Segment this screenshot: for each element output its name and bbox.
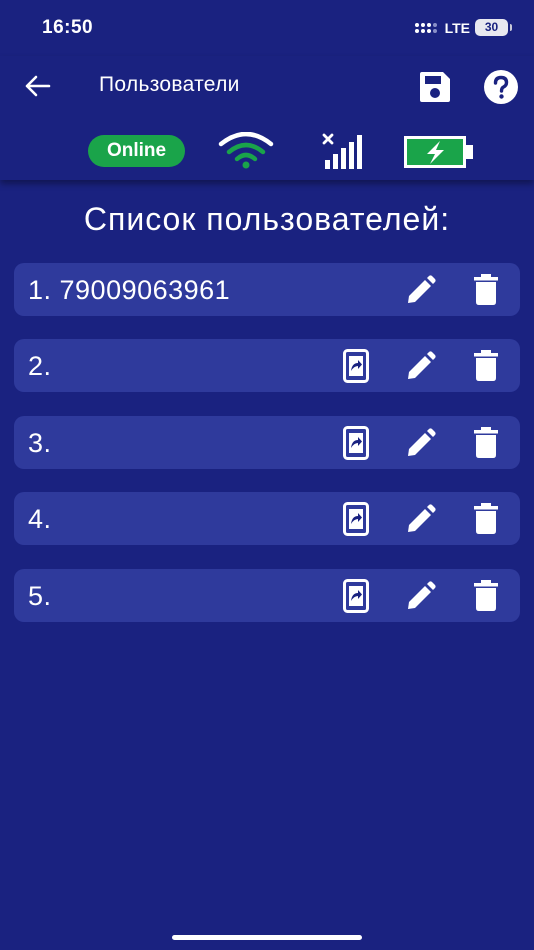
user-row-5: 5.: [14, 569, 520, 622]
user-label: 2.: [28, 351, 52, 381]
pencil-icon: [408, 581, 436, 609]
page-title: Пользователи: [99, 73, 240, 96]
arrow-left-icon: [25, 75, 51, 97]
delete-button[interactable]: [469, 426, 503, 460]
floppy-disk-icon: [420, 72, 450, 102]
edit-button[interactable]: [404, 426, 438, 460]
delete-button[interactable]: [469, 579, 503, 613]
delete-button[interactable]: [469, 273, 503, 307]
phone-share-button[interactable]: [339, 502, 373, 536]
back-button[interactable]: [22, 70, 54, 102]
status-right: LTE 30: [414, 19, 512, 36]
edit-button[interactable]: [404, 349, 438, 383]
connection-indicators: Online: [0, 132, 534, 172]
pencil-icon: [408, 275, 436, 303]
pencil-icon: [408, 504, 436, 532]
trash-icon: [474, 350, 498, 381]
users-list-title: Список пользователей:: [83, 201, 451, 237]
delete-button[interactable]: [469, 502, 503, 536]
trash-icon: [474, 427, 498, 458]
app-header: Пользователи Online: [0, 56, 534, 180]
phone-share-button[interactable]: [339, 426, 373, 460]
pencil-icon: [408, 428, 436, 456]
help-button[interactable]: [483, 69, 519, 105]
user-row-2: 2.: [14, 339, 520, 392]
battery-charging-icon: [404, 136, 473, 168]
user-label: 1. 79009063961: [28, 275, 231, 305]
phone-forward-icon: [343, 579, 369, 613]
cellular-no-signal-icon: [322, 133, 362, 169]
edit-button[interactable]: [404, 502, 438, 536]
phone-forward-icon: [343, 502, 369, 536]
edit-button[interactable]: [404, 579, 438, 613]
online-badge: Online: [88, 135, 185, 167]
status-bar: 16:50 LTE 30: [0, 0, 534, 56]
status-time: 16:50: [42, 17, 94, 38]
wifi-icon: [218, 132, 274, 169]
screen: 16:50 LTE 30 Пользователи Online Список …: [0, 0, 534, 950]
edit-button[interactable]: [404, 273, 438, 307]
pencil-icon: [408, 351, 436, 379]
status-battery-icon: 30: [475, 19, 512, 36]
phone-share-button[interactable]: [339, 349, 373, 383]
question-circle-icon: [484, 70, 518, 104]
cellular-dots-icon: [414, 22, 437, 33]
trash-icon: [474, 274, 498, 305]
save-button[interactable]: [418, 70, 452, 104]
phone-forward-icon: [343, 426, 369, 460]
delete-button[interactable]: [469, 349, 503, 383]
home-indicator[interactable]: [172, 935, 362, 940]
user-label: 3.: [28, 428, 52, 458]
user-label: 5.: [28, 581, 52, 611]
phone-forward-icon: [343, 349, 369, 383]
user-row-1: 1. 79009063961: [14, 263, 520, 316]
user-label: 4.: [28, 504, 52, 534]
phone-share-button[interactable]: [339, 579, 373, 613]
network-type: LTE: [444, 19, 470, 36]
user-row-3: 3.: [14, 416, 520, 469]
trash-icon: [474, 580, 498, 611]
trash-icon: [474, 503, 498, 534]
user-row-4: 4.: [14, 492, 520, 545]
